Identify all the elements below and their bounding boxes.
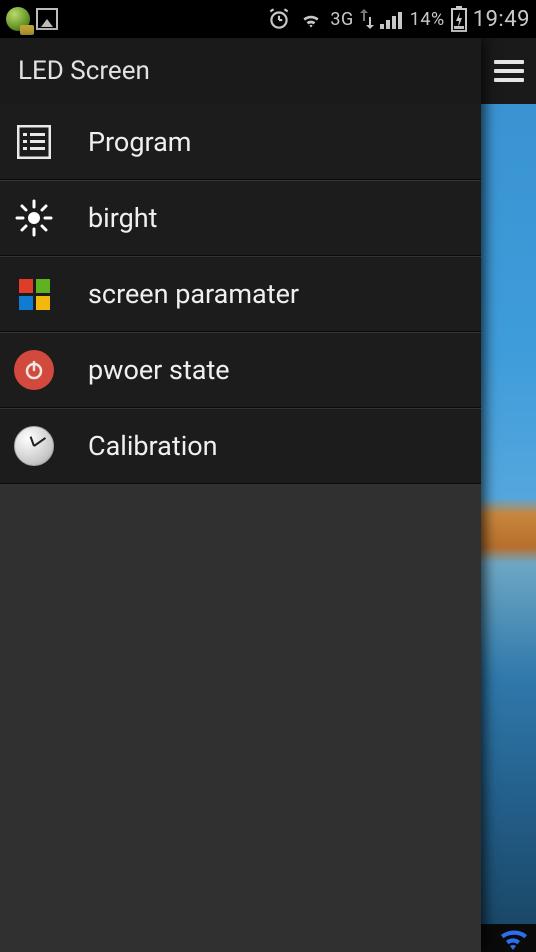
menu-item-label: screen paramater xyxy=(88,278,299,310)
gallery-icon xyxy=(36,8,58,30)
drawer-menu: Program birght screen paramater xyxy=(0,104,481,484)
status-bar: 3G 14% 19:49 xyxy=(0,0,536,38)
clock-label: 19:49 xyxy=(473,7,530,32)
menu-item-bright[interactable]: birght xyxy=(0,180,481,256)
alarm-icon xyxy=(266,6,292,32)
menu-item-label: pwoer state xyxy=(88,354,230,386)
power-icon xyxy=(12,348,56,392)
menu-item-label: birght xyxy=(88,202,158,234)
program-icon xyxy=(12,120,56,164)
wifi-status-icon xyxy=(494,926,532,950)
drawer-title: LED Screen xyxy=(0,38,481,104)
main-content-peek[interactable] xyxy=(481,38,536,952)
battery-charging-icon xyxy=(451,6,467,32)
data-arrows-icon xyxy=(360,9,374,29)
hamburger-icon[interactable] xyxy=(494,60,524,82)
battery-pct-label: 14% xyxy=(410,9,445,30)
signal-icon xyxy=(380,9,404,29)
wifi-icon xyxy=(298,6,324,32)
menu-item-screen-parameter[interactable]: screen paramater xyxy=(0,256,481,332)
tiles-icon xyxy=(12,272,56,316)
menu-item-label: Program xyxy=(88,126,191,158)
menu-item-power-state[interactable]: pwoer state xyxy=(0,332,481,408)
clock-icon xyxy=(12,424,56,468)
status-left xyxy=(6,7,58,31)
status-right: 3G 14% 19:49 xyxy=(266,6,530,32)
menu-item-calibration[interactable]: Calibration xyxy=(0,408,481,484)
wallpaper-image xyxy=(481,104,536,924)
brightness-icon xyxy=(12,196,56,240)
network-type-label: 3G xyxy=(330,9,353,30)
menu-item-label: Calibration xyxy=(88,430,218,462)
navigation-drawer: LED Screen Program birght xyxy=(0,38,481,952)
device-screen: 3G 14% 19:49 xyxy=(0,0,536,952)
bottom-bar xyxy=(481,924,536,952)
notification-app-icon xyxy=(6,7,30,31)
app-area: LED Screen Program birght xyxy=(0,38,536,952)
menu-item-program[interactable]: Program xyxy=(0,104,481,180)
app-header xyxy=(481,38,536,104)
